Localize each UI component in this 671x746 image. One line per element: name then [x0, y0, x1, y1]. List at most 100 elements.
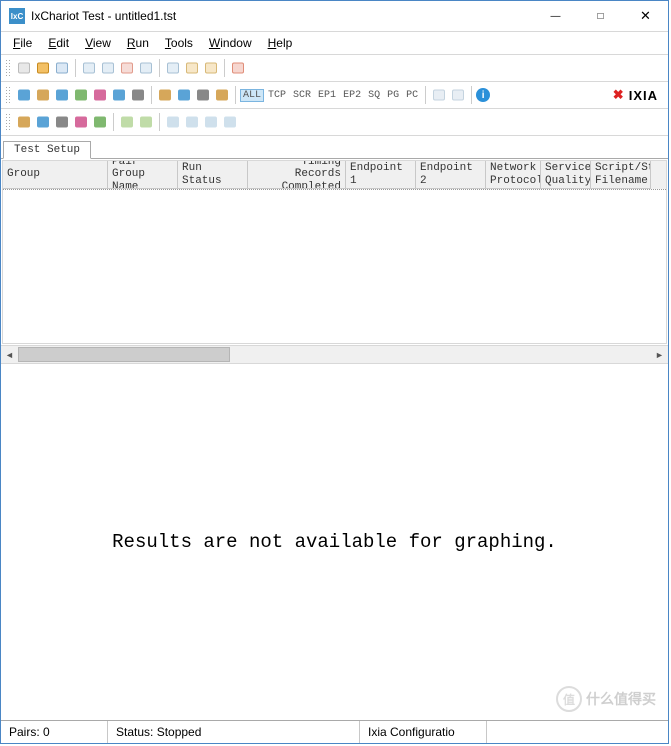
status-config: Ixia Configuratio — [360, 721, 487, 743]
menu-tools[interactable]: Tools — [157, 34, 201, 52]
graph-area: Results are not available for graphing. … — [1, 364, 668, 720]
results-grid[interactable]: GroupPair Group NameRun StatusTiming Rec… — [2, 160, 667, 344]
info-icon[interactable]: i — [476, 88, 490, 102]
filter-ep1[interactable]: EP1 — [315, 89, 339, 102]
net-icon[interactable] — [91, 86, 109, 104]
column-header[interactable]: Endpoint 1 — [346, 161, 416, 189]
menu-bar: FileEditViewRunToolsWindowHelp — [1, 32, 668, 55]
filter-sq[interactable]: SQ — [365, 89, 383, 102]
note-icon[interactable] — [213, 86, 231, 104]
cfg-icon[interactable] — [72, 113, 90, 131]
edit-icon[interactable] — [156, 86, 174, 104]
paste-icon[interactable] — [202, 59, 220, 77]
stop-icon[interactable] — [118, 59, 136, 77]
open-folder-icon[interactable] — [34, 59, 52, 77]
filter-pc[interactable]: PC — [403, 89, 421, 102]
no-results-message: Results are not available for graphing. — [112, 531, 557, 553]
watermark-text: 什么值得买 — [586, 689, 656, 709]
wand-icon[interactable] — [15, 113, 33, 131]
status-pairs: Pairs: 0 — [1, 721, 108, 743]
brush-icon[interactable] — [34, 113, 52, 131]
split-icon[interactable] — [137, 113, 155, 131]
next-icon[interactable] — [202, 113, 220, 131]
status-bar: Pairs: 0 Status: Stopped Ixia Configurat… — [1, 720, 668, 743]
menu-file[interactable]: File — [5, 34, 40, 52]
separator — [159, 113, 160, 131]
group-icon[interactable] — [34, 86, 52, 104]
gear-icon[interactable] — [53, 113, 71, 131]
separator — [224, 59, 225, 77]
separator — [425, 86, 426, 104]
filter-pg[interactable]: PG — [384, 89, 402, 102]
scroll-right-icon[interactable]: ► — [651, 347, 668, 362]
menu-edit[interactable]: Edit — [40, 34, 77, 52]
print-icon[interactable] — [80, 59, 98, 77]
column-header[interactable]: Network Protocol — [486, 161, 541, 189]
save-icon[interactable] — [53, 59, 71, 77]
extra1-icon[interactable] — [430, 86, 448, 104]
scroll-left-icon[interactable]: ◄ — [1, 347, 18, 362]
menu-view[interactable]: View — [77, 34, 119, 52]
window-title: IxChariot Test - untitled1.tst — [31, 9, 533, 23]
brand-logo: ✖IXIA — [613, 87, 658, 103]
column-header[interactable]: Run Status — [178, 161, 248, 189]
pair-icon[interactable] — [15, 86, 33, 104]
scroll-thumb[interactable] — [18, 347, 230, 362]
copy-icon[interactable] — [183, 59, 201, 77]
column-header[interactable]: Pair Group Name — [108, 161, 178, 189]
flag-icon[interactable] — [91, 113, 109, 131]
merge-icon[interactable] — [118, 113, 136, 131]
grid-panel: GroupPair Group NameRun StatusTiming Rec… — [1, 159, 668, 364]
title-bar: IxC IxChariot Test - untitled1.tst — □ ✕ — [1, 1, 668, 32]
column-header[interactable]: Service Quality — [541, 161, 591, 189]
list-icon[interactable] — [194, 86, 212, 104]
toolbar-grip[interactable] — [5, 113, 10, 131]
link-icon[interactable] — [72, 86, 90, 104]
filter-scr[interactable]: SCR — [290, 89, 314, 102]
column-header[interactable]: Timing Records Completed — [248, 161, 346, 189]
toolbar-grip[interactable] — [5, 59, 10, 77]
separator — [471, 86, 472, 104]
status-state: Status: Stopped — [108, 721, 360, 743]
app-icon: IxC — [9, 8, 25, 24]
separator — [113, 113, 114, 131]
filter-toolbar: ALLTCPSCREP1EP2SQPGPC i ✖IXIA — [1, 82, 668, 109]
grid-header: GroupPair Group NameRun StatusTiming Rec… — [3, 161, 666, 189]
menu-help[interactable]: Help — [260, 34, 301, 52]
menu-run[interactable]: Run — [119, 34, 157, 52]
cut-icon[interactable] — [164, 59, 182, 77]
separator — [151, 86, 152, 104]
column-header[interactable]: Script/St Filename — [591, 161, 651, 189]
tab-test-setup[interactable]: Test Setup — [3, 141, 91, 159]
separator — [159, 59, 160, 77]
tab-strip: Test Setup — [1, 136, 668, 159]
delete-icon[interactable] — [229, 59, 247, 77]
filter-tcp[interactable]: TCP — [265, 89, 289, 102]
close-button[interactable]: ✕ — [623, 1, 668, 31]
pause-icon[interactable] — [137, 59, 155, 77]
menu-window[interactable]: Window — [201, 34, 260, 52]
column-header[interactable]: Endpoint 2 — [416, 161, 486, 189]
edit-toolbar — [1, 109, 668, 136]
horizontal-scrollbar[interactable]: ◄ ► — [1, 345, 668, 363]
screen-icon[interactable] — [53, 86, 71, 104]
run-icon[interactable] — [99, 59, 117, 77]
minimize-button[interactable]: — — [533, 1, 578, 31]
column-header[interactable]: Group — [3, 161, 108, 189]
last-icon[interactable] — [221, 113, 239, 131]
prev-icon[interactable] — [183, 113, 201, 131]
tv-icon[interactable] — [110, 86, 128, 104]
filter-ep2[interactable]: EP2 — [340, 89, 364, 102]
toolbar-grip[interactable] — [5, 86, 10, 104]
first-icon[interactable] — [164, 113, 182, 131]
extra2-icon[interactable] — [449, 86, 467, 104]
chain-icon[interactable] — [129, 86, 147, 104]
separator — [75, 59, 76, 77]
filter-all[interactable]: ALL — [240, 89, 264, 102]
props-icon[interactable] — [175, 86, 193, 104]
app-window: IxC IxChariot Test - untitled1.tst — □ ✕… — [0, 0, 669, 744]
new-file-icon[interactable] — [15, 59, 33, 77]
window-controls: — □ ✕ — [533, 1, 668, 31]
grid-body[interactable] — [3, 189, 666, 344]
maximize-button[interactable]: □ — [578, 1, 623, 31]
